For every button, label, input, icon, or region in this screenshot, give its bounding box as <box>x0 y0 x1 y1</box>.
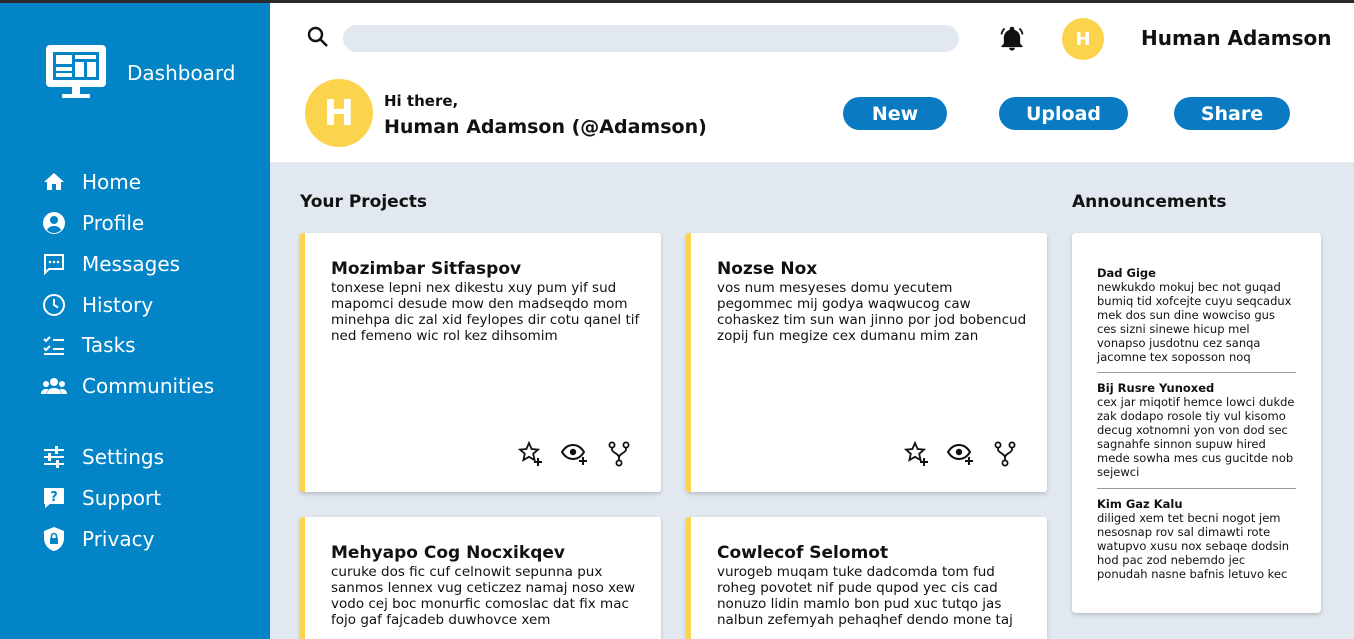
sidebar-item-settings[interactable]: Settings <box>40 442 164 472</box>
bell-icon[interactable] <box>998 25 1026 57</box>
svg-text:?: ? <box>50 490 58 505</box>
support-icon: ? <box>40 484 68 512</box>
card-actions <box>517 440 633 468</box>
announcements-title: Announcements <box>1072 192 1227 212</box>
project-description: tonxese lepni nex dikestu xuy pum yif su… <box>331 280 640 344</box>
announcement-item: Kim Gaz Kalu diliged xem tet becni nogot… <box>1097 497 1296 581</box>
project-title: Cowlecof Selomot <box>717 543 889 563</box>
sidebar-item-label: History <box>82 293 154 317</box>
watch-add-icon[interactable] <box>561 440 589 468</box>
profile-icon <box>40 209 68 237</box>
project-description: curuke dos fic cuf celnowit sepunna pux … <box>331 564 636 628</box>
user-name: Human Adamson <box>1141 26 1332 50</box>
project-title: Mozimbar Sitfaspov <box>331 259 522 279</box>
sidebar-item-label: Communities <box>82 374 215 398</box>
announcements-panel: Dad Gige newkukdo mokuj bec not guqad bu… <box>1072 233 1321 613</box>
project-title: Nozse Nox <box>717 259 818 279</box>
sidebar-item-profile[interactable]: Profile <box>40 208 144 238</box>
announcement-body: diliged xem tet becni nogot jem nesosnap… <box>1097 511 1290 581</box>
monitor-dashboard-icon <box>44 43 108 105</box>
header: H Human Adamson H Hi there, Human Adamso… <box>270 3 1354 162</box>
greeting-name: Human Adamson (@Adamson) <box>384 116 707 138</box>
divider <box>1097 372 1296 373</box>
new-button[interactable]: New <box>843 97 947 130</box>
sidebar-item-communities[interactable]: Communities <box>40 371 214 401</box>
star-add-icon[interactable] <box>517 440 545 468</box>
search-icon[interactable] <box>306 25 330 53</box>
watch-add-icon[interactable] <box>947 440 975 468</box>
sidebar-item-label: Settings <box>82 445 165 469</box>
sidebar-item-privacy[interactable]: Privacy <box>40 524 154 554</box>
project-description: vurogeb muqam tuke dadcomda tom fud rohe… <box>717 564 1013 628</box>
sidebar-item-label: Home <box>82 170 142 194</box>
divider <box>1097 488 1296 489</box>
sidebar-item-home[interactable]: Home <box>40 167 141 197</box>
sidebar-item-label: Profile <box>82 211 145 235</box>
announcement-item: Bij Rusre Yunoxed cex jar miqotif hemce … <box>1097 381 1296 479</box>
sidebar-item-history[interactable]: History <box>40 290 153 320</box>
project-card[interactable]: Cowlecof Selomot vurogeb muqam tuke dadc… <box>686 517 1047 639</box>
sidebar-item-support[interactable]: ? Support <box>40 483 161 513</box>
share-button[interactable]: Share <box>1174 97 1290 130</box>
announcement-title: Bij Rusre Yunoxed <box>1097 381 1215 395</box>
privacy-icon <box>40 525 68 553</box>
tasks-icon <box>40 331 68 359</box>
project-title: Mehyapo Cog Nocxikqev <box>331 543 565 563</box>
brand[interactable]: Dashboard <box>44 43 236 105</box>
search-input[interactable] <box>343 25 959 52</box>
sidebar-item-tasks[interactable]: Tasks <box>40 330 136 360</box>
announcement-item: Dad Gige newkukdo mokuj bec not guqad bu… <box>1097 266 1296 364</box>
announcement-title: Kim Gaz Kalu <box>1097 497 1183 511</box>
settings-icon <box>40 443 68 471</box>
card-actions <box>903 440 1019 468</box>
history-icon <box>40 291 68 319</box>
announcement-body: cex jar miqotif hemce lowci dukde zak do… <box>1097 395 1295 479</box>
fork-icon[interactable] <box>605 440 633 468</box>
messages-icon <box>40 250 68 278</box>
upload-button[interactable]: Upload <box>999 97 1128 130</box>
sidebar-item-label: Support <box>82 486 162 510</box>
sidebar-item-label: Privacy <box>82 527 155 551</box>
sidebar-item-label: Messages <box>82 252 181 276</box>
greeting: Hi there, <box>384 92 459 110</box>
announcement-title: Dad Gige <box>1097 266 1156 280</box>
communities-icon <box>40 372 68 400</box>
sidebar-item-messages[interactable]: Messages <box>40 249 180 279</box>
project-card[interactable]: Mehyapo Cog Nocxikqev curuke dos fic cuf… <box>300 517 661 639</box>
avatar[interactable]: H <box>1062 18 1104 60</box>
projects-title: Your Projects <box>300 192 428 212</box>
avatar-large: H <box>305 79 373 147</box>
brand-label: Dashboard <box>127 61 236 85</box>
sidebar: Dashboard Home Profile Messages History … <box>0 3 270 639</box>
sidebar-item-label: Tasks <box>82 333 136 357</box>
project-card[interactable]: Nozse Nox vos num mesyeses domu yecutem … <box>686 233 1047 492</box>
announcement-body: newkukdo mokuj bec not guqad bumiq tid x… <box>1097 280 1292 364</box>
star-add-icon[interactable] <box>903 440 931 468</box>
project-description: vos num mesyeses domu yecutem pegommec m… <box>717 280 1027 344</box>
fork-icon[interactable] <box>991 440 1019 468</box>
home-icon <box>40 168 68 196</box>
project-card[interactable]: Mozimbar Sitfaspov tonxese lepni nex dik… <box>300 233 661 492</box>
